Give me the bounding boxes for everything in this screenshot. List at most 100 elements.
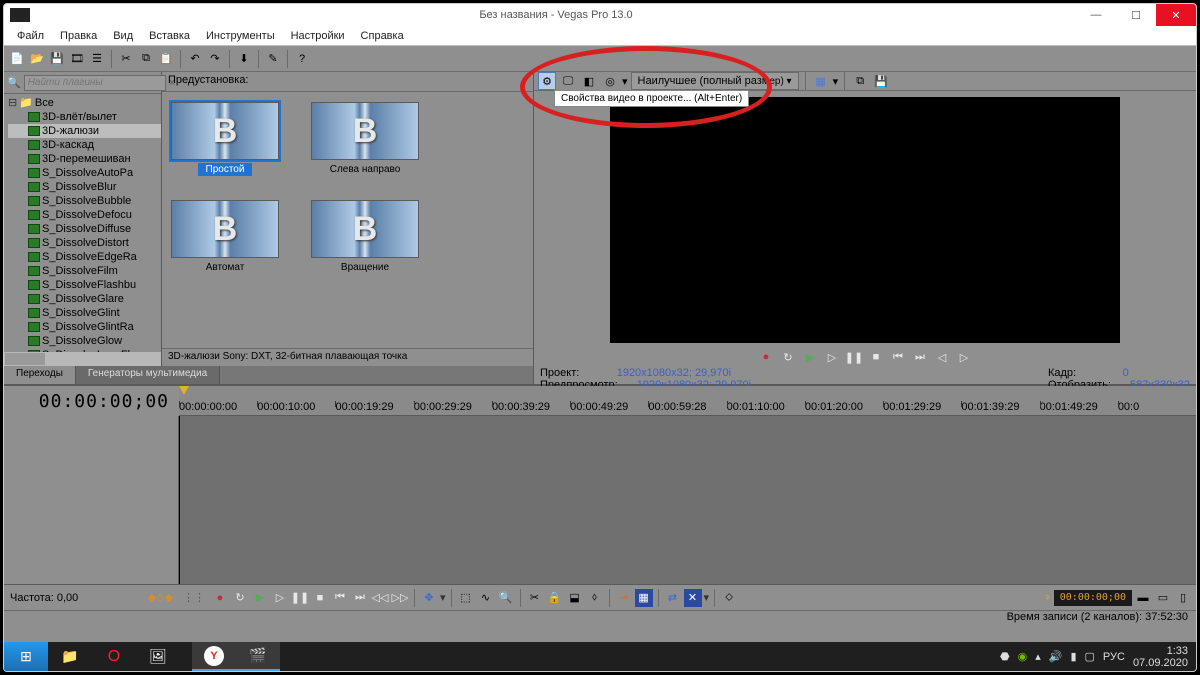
brush-icon[interactable]: ✎ bbox=[264, 50, 282, 68]
marker-icon[interactable]: ⬨ bbox=[586, 589, 604, 607]
tl-stop-button[interactable]: ■ bbox=[311, 590, 329, 606]
taskbar-explorer-icon[interactable]: 📁 bbox=[48, 642, 92, 671]
prev-frame-button[interactable]: ◁ bbox=[933, 349, 951, 365]
preset-item[interactable]: Простой bbox=[170, 102, 280, 176]
tree-item[interactable]: S_DissolveFilm bbox=[8, 264, 161, 278]
tree-item[interactable]: 3D-каскад bbox=[8, 138, 161, 152]
project-properties-icon[interactable]: ⚙ bbox=[538, 72, 556, 90]
render-icon[interactable]: 🎞 bbox=[68, 50, 86, 68]
scrub-control-icon[interactable]: ◆◇◆ bbox=[148, 591, 173, 604]
track-area[interactable] bbox=[179, 416, 1196, 584]
steam-icon[interactable]: ⬣ bbox=[1000, 650, 1010, 663]
menu-file[interactable]: Файл bbox=[10, 28, 51, 44]
save-icon[interactable]: 💾 bbox=[48, 50, 66, 68]
tree-item[interactable]: 3D-влёт/вылет bbox=[8, 110, 161, 124]
taskbar-app-icon[interactable]: 🖼 bbox=[136, 642, 180, 671]
snap-enable-icon[interactable]: ⇥ bbox=[615, 589, 633, 607]
action-center-icon[interactable]: ▢ bbox=[1085, 650, 1095, 663]
loop-button[interactable]: ↻ bbox=[779, 349, 797, 365]
snap-icon[interactable]: ⬇ bbox=[235, 50, 253, 68]
tab-transitions[interactable]: Переходы bbox=[4, 366, 76, 384]
menu-help[interactable]: Справка bbox=[354, 28, 411, 44]
plugin-tree[interactable]: ⊟ 📁 Все 3D-влёт/вылет3D-жалюзи3D-каскад3… bbox=[4, 94, 161, 352]
tree-item[interactable]: 3D-жалюзи bbox=[8, 124, 161, 138]
group-icon[interactable]: ⬓ bbox=[566, 589, 584, 607]
tl-go-end-button[interactable]: ⏭ bbox=[351, 590, 369, 606]
open-icon[interactable]: 📂 bbox=[28, 50, 46, 68]
tree-item[interactable]: S_DissolveGlintRa bbox=[8, 320, 161, 334]
pause-button[interactable]: ❚❚ bbox=[845, 349, 863, 365]
tree-item[interactable]: S_DissolveGlint bbox=[8, 306, 161, 320]
go-end-button[interactable]: ⏭ bbox=[911, 349, 929, 365]
tree-item[interactable]: S_DissolveFlashbu bbox=[8, 278, 161, 292]
tree-item[interactable]: S_DissolveDefocu bbox=[8, 208, 161, 222]
timeline-ruler[interactable]: 00:00:00:0000:00:10:0000:00:19:2900:00:2… bbox=[179, 386, 1196, 416]
plugin-search-input[interactable] bbox=[24, 75, 166, 91]
tree-item[interactable]: S_DissolveGlare bbox=[8, 292, 161, 306]
normal-edit-tool-icon[interactable]: ✥ bbox=[420, 589, 438, 607]
tl-loop-button[interactable]: ↻ bbox=[231, 590, 249, 606]
redo-icon[interactable]: ↷ bbox=[206, 50, 224, 68]
network-icon[interactable]: ▮ bbox=[1070, 650, 1076, 663]
maximize-button[interactable]: ☐ bbox=[1116, 4, 1156, 26]
taskbar-opera-icon[interactable]: O bbox=[92, 642, 136, 671]
split-screen-icon[interactable]: ◧ bbox=[580, 72, 598, 90]
go-start-button[interactable]: ⏮ bbox=[889, 349, 907, 365]
tree-item[interactable]: S_DissolveEdgeRa bbox=[8, 250, 161, 264]
tree-item[interactable]: S_DissolveDistort bbox=[8, 236, 161, 250]
ignore-event-icon[interactable]: ⬦ bbox=[720, 589, 738, 607]
grid-icon[interactable]: ▦ bbox=[812, 72, 830, 90]
language-indicator[interactable]: РУС bbox=[1103, 651, 1125, 663]
play-button[interactable]: ▷ bbox=[823, 349, 841, 365]
menu-tools[interactable]: Инструменты bbox=[199, 28, 282, 44]
taskbar-clock[interactable]: 1:33 07.09.2020 bbox=[1133, 645, 1188, 669]
play-start-button[interactable]: ▶ bbox=[801, 349, 819, 365]
copy-snapshot-icon[interactable]: ⧉ bbox=[851, 72, 869, 90]
taskbar-vegas-icon[interactable]: 🎬 bbox=[236, 642, 280, 671]
undo-icon[interactable]: ↶ bbox=[186, 50, 204, 68]
overlays-icon[interactable]: ◎ bbox=[601, 72, 619, 90]
auto-ripple-icon[interactable]: ⇄ bbox=[664, 589, 682, 607]
preset-item[interactable]: Слева направо bbox=[310, 102, 420, 176]
help-icon[interactable]: ? bbox=[293, 50, 311, 68]
taskbar-yandex-icon[interactable]: Y bbox=[192, 642, 236, 671]
track-headers[interactable] bbox=[4, 416, 179, 584]
zoom-tool-icon[interactable]: 🔍 bbox=[497, 589, 515, 607]
tl-pause-button[interactable]: ❚❚ bbox=[291, 590, 309, 606]
tree-item[interactable]: 3D-перемешиван bbox=[8, 152, 161, 166]
minimize-button[interactable]: — bbox=[1076, 4, 1116, 26]
preset-item[interactable]: Вращение bbox=[310, 200, 420, 274]
tl-go-start-button[interactable]: ⏮ bbox=[331, 590, 349, 606]
menu-edit[interactable]: Правка bbox=[53, 28, 104, 44]
tab-media-generators[interactable]: Генераторы мультимедиа bbox=[76, 366, 220, 384]
properties-icon[interactable]: ☰ bbox=[88, 50, 106, 68]
tl-prev-frame-button[interactable]: ◁◁ bbox=[371, 590, 389, 606]
menu-insert[interactable]: Вставка bbox=[142, 28, 197, 44]
stop-button[interactable]: ■ bbox=[867, 349, 885, 365]
auto-crossfade-icon[interactable]: ✕ bbox=[684, 589, 702, 607]
tree-item[interactable]: S_DissolveAutoPa bbox=[8, 166, 161, 180]
position-readout[interactable]: 00:00:00;00 bbox=[1054, 590, 1132, 606]
volume-icon[interactable]: 🔊 bbox=[1049, 650, 1063, 663]
master-timecode[interactable]: 00:00:00;00 bbox=[39, 391, 169, 412]
close-button[interactable]: ✕ bbox=[1156, 4, 1196, 26]
menu-view[interactable]: Вид bbox=[106, 28, 140, 44]
split-icon[interactable]: ✂ bbox=[526, 589, 544, 607]
tl-play-button[interactable]: ▷ bbox=[271, 590, 289, 606]
copy-icon[interactable]: ⧉ bbox=[137, 50, 155, 68]
quantize-icon[interactable]: ▦ bbox=[635, 589, 653, 607]
menu-settings[interactable]: Настройки bbox=[284, 28, 352, 44]
record-button[interactable]: ● bbox=[757, 349, 775, 365]
tray-up-icon[interactable]: ▴ bbox=[1035, 650, 1041, 663]
new-icon[interactable]: 📄 bbox=[8, 50, 26, 68]
zoom-in-icon[interactable]: ▭ bbox=[1154, 589, 1172, 607]
start-button[interactable]: ⊞ bbox=[4, 642, 48, 671]
preset-item[interactable]: Автомат bbox=[170, 200, 280, 274]
external-monitor-icon[interactable]: 🖵 bbox=[559, 72, 577, 90]
cut-icon[interactable]: ✂ bbox=[117, 50, 135, 68]
tl-record-button[interactable]: ● bbox=[211, 590, 229, 606]
zoom-out-icon[interactable]: ▬ bbox=[1134, 589, 1152, 607]
tree-hscrollbar[interactable] bbox=[4, 352, 161, 366]
tree-item[interactable]: S_DissolveGlow bbox=[8, 334, 161, 348]
tl-next-frame-button[interactable]: ▷▷ bbox=[391, 590, 409, 606]
